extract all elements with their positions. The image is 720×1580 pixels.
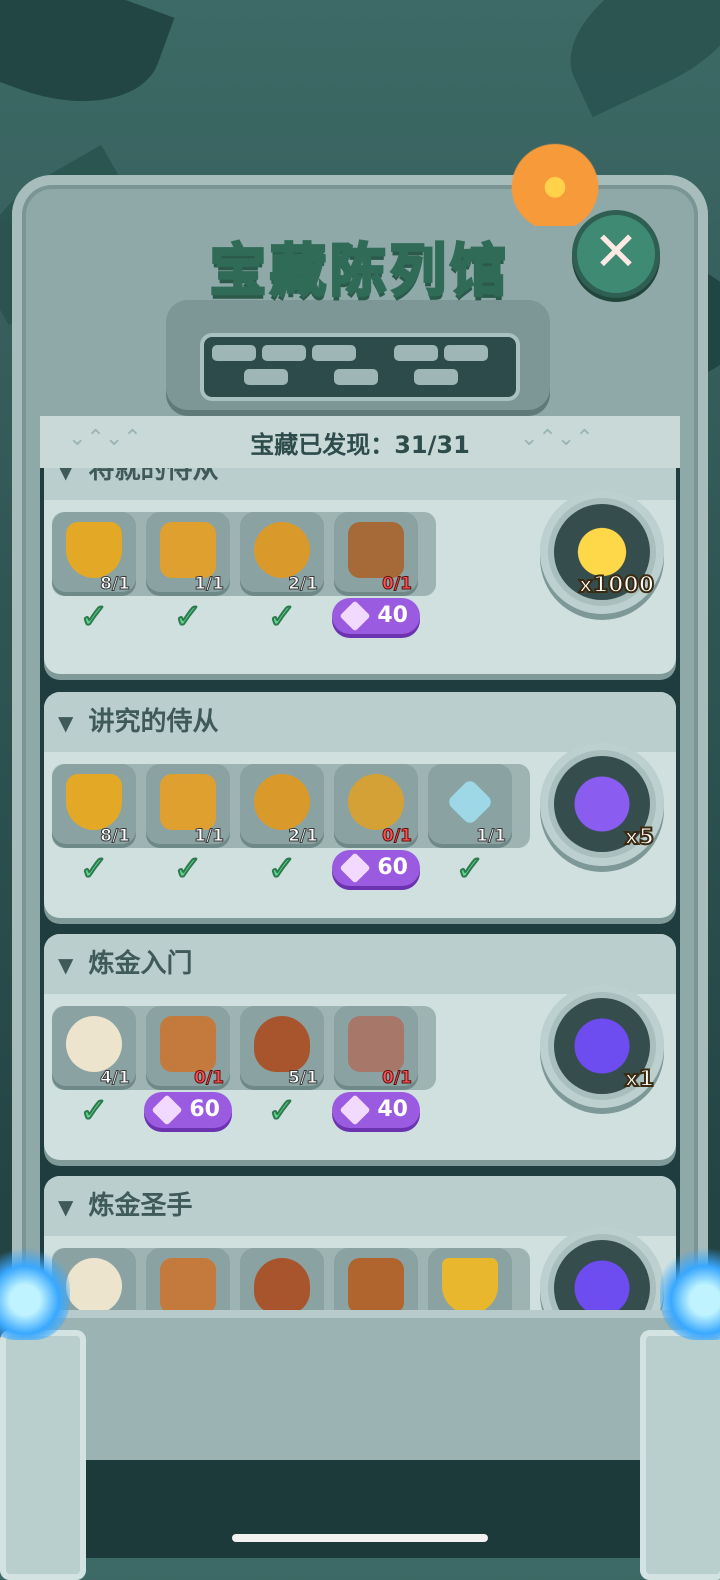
gem-cost-button[interactable]: 60 bbox=[332, 850, 420, 886]
item-slot[interactable]: 0/1 bbox=[334, 512, 418, 596]
gem-cost-button[interactable]: 60 bbox=[144, 1092, 232, 1128]
check-icon: ✓ bbox=[173, 597, 204, 637]
tribal-mask-icon bbox=[254, 1016, 310, 1072]
item-slot[interactable]: 0/1 bbox=[146, 1006, 230, 1090]
sword-icon bbox=[446, 778, 494, 826]
item-slot[interactable]: 1/1 bbox=[428, 764, 512, 848]
belt-icon bbox=[254, 774, 310, 830]
golden-bowl-icon bbox=[442, 1258, 498, 1310]
book-icon bbox=[348, 1258, 404, 1310]
gem-icon bbox=[339, 1094, 371, 1126]
collection-card: ▼ 讲究的侍从 8/1 ✓ 1/1 ✓ 2/1 ✓ 0/1 60 1/1 ✓ x… bbox=[44, 692, 676, 918]
card-title: 讲究的侍从 bbox=[88, 707, 219, 737]
chevron-down-icon: ▼ bbox=[58, 1195, 74, 1219]
stone-base bbox=[12, 1310, 708, 1470]
orange-flower-icon bbox=[502, 140, 608, 226]
shield-icon bbox=[66, 522, 122, 578]
belt-icon bbox=[254, 522, 310, 578]
check-icon: ✓ bbox=[267, 849, 298, 889]
item-slot[interactable] bbox=[334, 1248, 418, 1310]
card-header[interactable]: ▼ 炼金入门 bbox=[44, 934, 676, 994]
item-slot[interactable]: 0/1 bbox=[334, 1006, 418, 1090]
item-slot[interactable]: 8/1 bbox=[52, 764, 136, 848]
item-slot[interactable]: 1/1 bbox=[146, 512, 230, 596]
check-icon: ✓ bbox=[79, 1091, 110, 1131]
item-slot[interactable]: 2/1 bbox=[240, 512, 324, 596]
gem-icon bbox=[339, 600, 371, 632]
reward-button[interactable]: x1 bbox=[540, 984, 664, 1108]
check-icon: ✓ bbox=[455, 849, 486, 889]
left-pillar bbox=[0, 1330, 86, 1580]
item-slot[interactable]: 0/1 bbox=[334, 764, 418, 848]
plaque-window bbox=[200, 333, 520, 401]
collection-card: ▼ 将就的侍从 8/1 ✓ 1/1 ✓ 2/1 ✓ 0/1 40 x1000 bbox=[44, 468, 676, 674]
card-title: 炼金入门 bbox=[88, 949, 193, 979]
check-icon: ✓ bbox=[267, 1091, 298, 1131]
card-title: 炼金圣手 bbox=[88, 1191, 193, 1221]
item-slot[interactable]: 8/1 bbox=[52, 512, 136, 596]
close-button[interactable]: ✕ bbox=[572, 210, 660, 298]
chevron-down-icon: ▼ bbox=[58, 711, 74, 735]
ground bbox=[0, 1460, 720, 1558]
right-pillar bbox=[640, 1330, 720, 1580]
gem-cost-button[interactable]: 40 bbox=[332, 598, 420, 634]
card-header[interactable]: ▼ 炼金圣手 bbox=[44, 1176, 676, 1236]
card-title: 将就的侍从 bbox=[88, 468, 219, 485]
tickets-icon bbox=[554, 1240, 650, 1310]
totem-icon bbox=[160, 1016, 216, 1072]
item-slot[interactable] bbox=[146, 1248, 230, 1310]
boots-icon bbox=[348, 522, 404, 578]
check-icon: ✓ bbox=[79, 597, 110, 637]
stone-tablet-icon bbox=[348, 1016, 404, 1072]
gem-icon bbox=[151, 1094, 183, 1126]
collection-list[interactable]: ▼ 将就的侍从 8/1 ✓ 1/1 ✓ 2/1 ✓ 0/1 40 x1000 ▼… bbox=[40, 468, 680, 1310]
reward-button[interactable] bbox=[540, 1226, 664, 1310]
chevron-down-icon: ▼ bbox=[58, 468, 74, 483]
bone-ring-icon bbox=[66, 1258, 122, 1310]
item-slot[interactable]: 4/1 bbox=[52, 1006, 136, 1090]
check-icon: ✓ bbox=[79, 849, 110, 889]
collection-card: ▼ 炼金圣手 bbox=[44, 1176, 676, 1310]
item-slot[interactable] bbox=[240, 1248, 324, 1310]
check-icon: ✓ bbox=[173, 849, 204, 889]
item-slot[interactable]: 2/1 bbox=[240, 764, 324, 848]
card-header[interactable]: ▼ 讲究的侍从 bbox=[44, 692, 676, 752]
reward-button[interactable]: x1000 bbox=[540, 490, 664, 614]
chevron-down-icon: ▼ bbox=[58, 953, 74, 977]
gem-cost-button[interactable]: 40 bbox=[332, 1092, 420, 1128]
item-slot[interactable]: 5/1 bbox=[240, 1006, 324, 1090]
medallion-icon bbox=[348, 774, 404, 830]
collection-card: ▼ 炼金入门 4/1 ✓ 0/1 60 5/1 ✓ 0/1 40 x1 bbox=[44, 934, 676, 1160]
close-icon: ✕ bbox=[593, 220, 639, 283]
shield-icon bbox=[66, 774, 122, 830]
check-icon: ✓ bbox=[267, 597, 298, 637]
armor-icon bbox=[160, 522, 216, 578]
armor-icon bbox=[160, 774, 216, 830]
leaf-decoration bbox=[546, 0, 720, 118]
reward-button[interactable]: x5 bbox=[540, 742, 664, 866]
tribal-mask-icon bbox=[254, 1258, 310, 1310]
home-indicator[interactable] bbox=[232, 1534, 488, 1542]
bone-ring-icon bbox=[66, 1016, 122, 1072]
totem-icon bbox=[160, 1258, 216, 1310]
gem-icon bbox=[339, 852, 371, 884]
item-slot[interactable] bbox=[428, 1248, 512, 1310]
item-slot[interactable]: 1/1 bbox=[146, 764, 230, 848]
treasure-counter: 宝藏已发现：31/31 bbox=[250, 431, 470, 459]
leaf-decoration bbox=[0, 0, 175, 131]
